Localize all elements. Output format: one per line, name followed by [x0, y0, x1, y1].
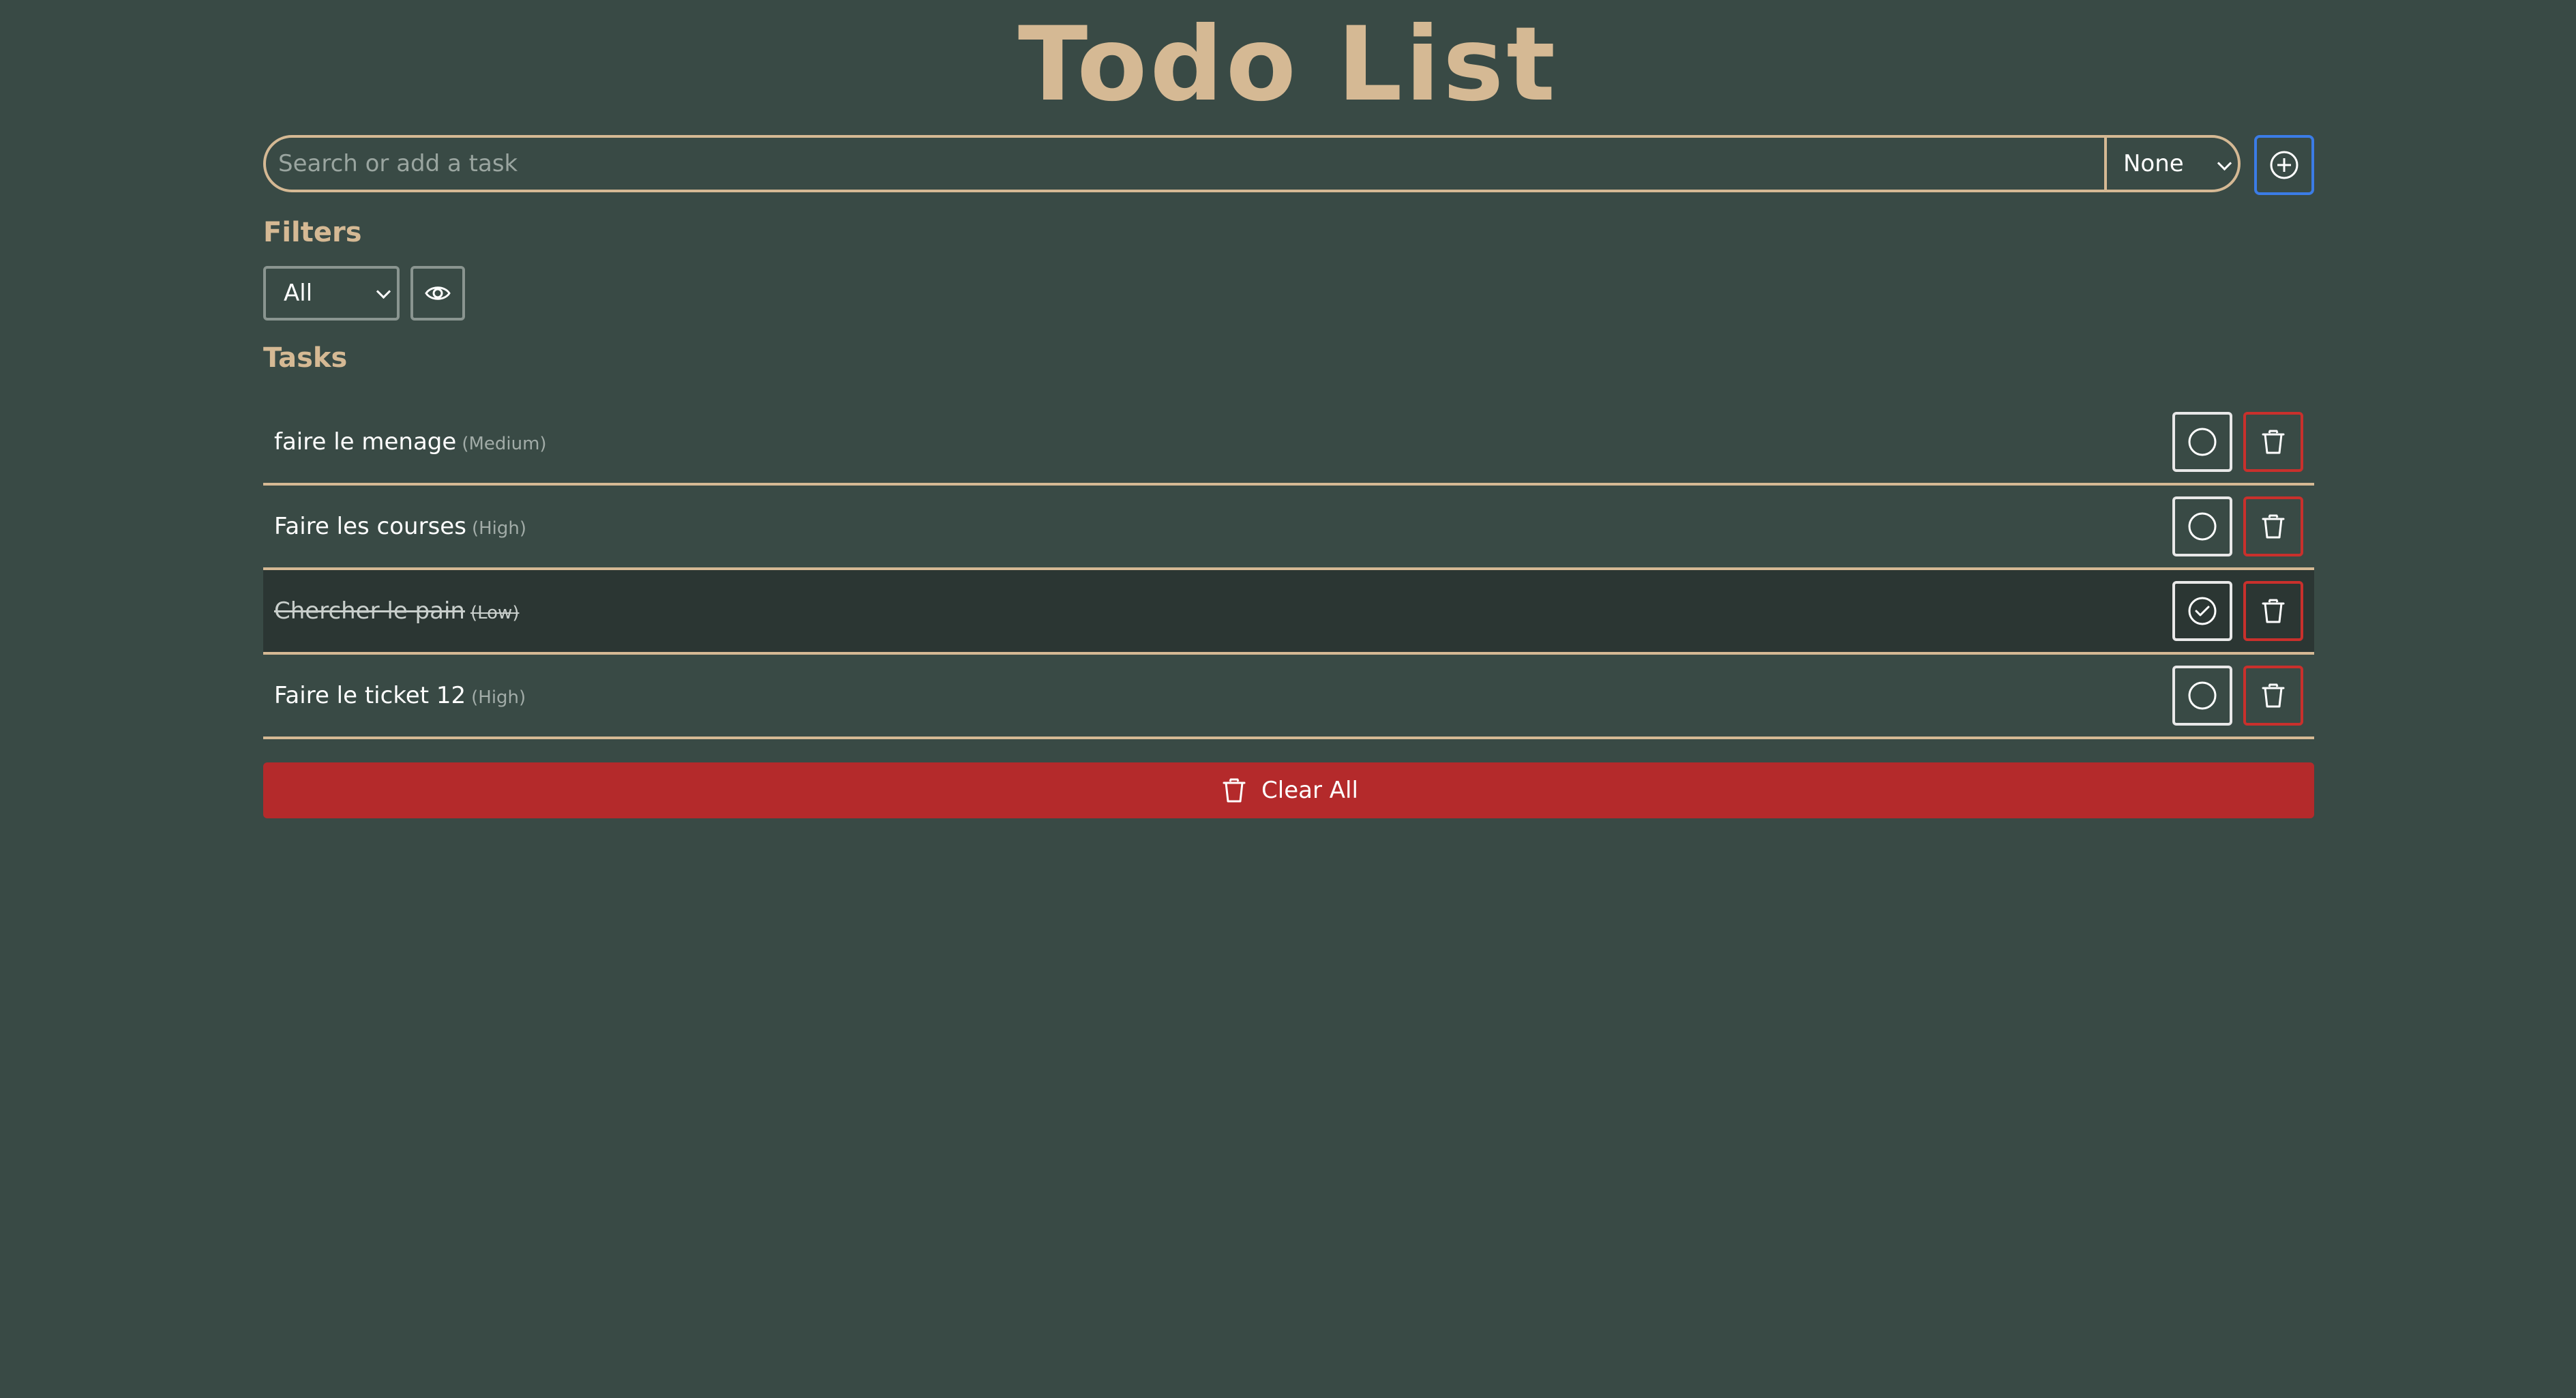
add-task-button[interactable]	[2254, 135, 2314, 195]
status-filter-select[interactable]: All	[263, 266, 400, 321]
chevron-down-icon	[2217, 155, 2232, 171]
priority-select-value: None	[2123, 150, 2184, 177]
task-text: Chercher le pain (Low)	[274, 597, 519, 625]
clear-all-label: Clear All	[1261, 777, 1358, 804]
task-row: Faire les courses (High)	[263, 486, 2314, 570]
filters-heading: Filters	[263, 217, 362, 248]
complete-task-button[interactable]	[2172, 666, 2232, 726]
chevron-down-icon	[376, 284, 391, 299]
trash-icon	[2262, 430, 2285, 454]
priority-select[interactable]: None	[2104, 138, 2238, 190]
task-priority: (High)	[471, 687, 526, 708]
plus-circle-icon	[2270, 151, 2298, 179]
task-text: faire le menage (Medium)	[274, 428, 547, 456]
task-row: Faire le ticket 12 (High)	[263, 655, 2314, 739]
search-bar: None	[263, 135, 2241, 192]
delete-task-button[interactable]	[2243, 581, 2303, 641]
task-name: Chercher le pain	[274, 597, 465, 625]
eye-icon	[425, 286, 451, 300]
task-row: faire le menage (Medium)	[263, 401, 2314, 486]
task-name: Faire le ticket 12	[274, 682, 466, 709]
circle-icon	[2188, 512, 2217, 541]
clear-all-button[interactable]: Clear All	[263, 762, 2314, 818]
trash-icon	[2262, 683, 2285, 708]
task-priority: (Medium)	[462, 434, 547, 454]
visibility-toggle-button[interactable]	[410, 266, 465, 321]
trash-icon	[2262, 514, 2285, 539]
trash-icon	[2262, 599, 2285, 623]
check-circle-icon	[2188, 597, 2217, 625]
tasks-heading: Tasks	[263, 342, 348, 374]
circle-icon	[2188, 681, 2217, 710]
task-priority: (High)	[471, 518, 526, 539]
complete-task-button[interactable]	[2172, 412, 2232, 472]
search-input[interactable]	[266, 138, 2104, 190]
circle-icon	[2188, 428, 2217, 456]
complete-task-button[interactable]	[2172, 496, 2232, 556]
task-name: Faire les courses	[274, 513, 466, 540]
status-filter-value: All	[284, 280, 313, 307]
task-row-completed: Chercher le pain (Low)	[263, 570, 2314, 655]
task-priority: (Low)	[470, 603, 520, 623]
task-text: Faire les courses (High)	[274, 513, 526, 540]
task-name: faire le menage	[274, 428, 457, 456]
task-list: faire le menage (Medium) Faire les cours…	[263, 401, 2314, 739]
delete-task-button[interactable]	[2243, 412, 2303, 472]
delete-task-button[interactable]	[2243, 666, 2303, 726]
page-title: Todo List	[1017, 5, 1559, 124]
uncomplete-task-button[interactable]	[2172, 581, 2232, 641]
delete-task-button[interactable]	[2243, 496, 2303, 556]
task-text: Faire le ticket 12 (High)	[274, 682, 526, 709]
trash-icon	[1219, 775, 1249, 805]
